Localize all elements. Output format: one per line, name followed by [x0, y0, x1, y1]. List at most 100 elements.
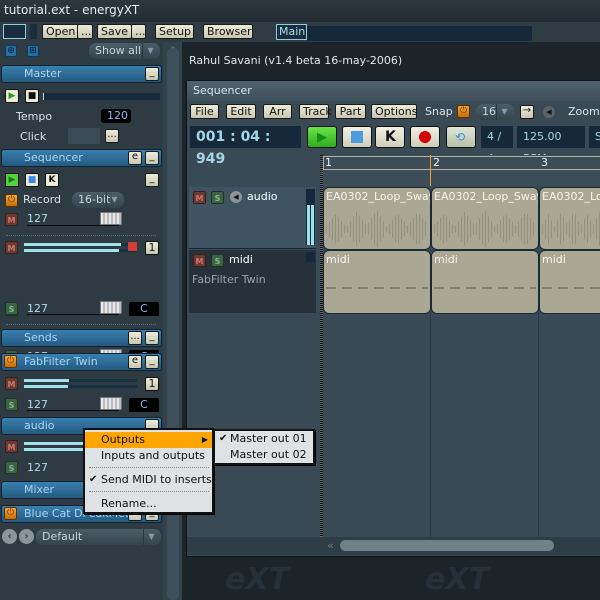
prev-preset-button[interactable]: ‹ [2, 529, 17, 544]
scrollbar-thumb[interactable] [167, 48, 179, 600]
scroll-up-icon[interactable]: ⌃ [167, 46, 179, 56]
main-toolbar: Open ... Save ... Setup Browser Main [0, 22, 600, 42]
seq-menu-edit[interactable]: Edit [226, 104, 256, 119]
menu-item-inputs-outputs[interactable]: Inputs and outputs [85, 448, 205, 464]
open-more-button[interactable]: ... [77, 24, 93, 39]
fabfilter-minimize-button[interactable]: _ [145, 355, 159, 369]
horizontal-scrollbar[interactable]: « [187, 537, 600, 555]
audio-track-mute[interactable]: M [193, 191, 206, 204]
sequencer-minimize-button[interactable]: _ [145, 151, 159, 165]
midi-clip[interactable]: midi [539, 250, 600, 314]
fabfilter-solo[interactable]: S [5, 398, 18, 411]
collapse-all-icon[interactable]: ⊕ [5, 45, 17, 57]
seq-menu-part[interactable]: Part [335, 104, 366, 119]
channel-1-mute-button[interactable]: M [5, 241, 18, 254]
channel-1-pan[interactable]: C [129, 302, 159, 316]
fabfilter-mute-button[interactable]: M [5, 377, 18, 390]
timeline-ruler[interactable]: 1 2 3 [322, 155, 600, 186]
channel-1-solo[interactable]: S [5, 302, 18, 315]
click-more-button[interactable]: ... [105, 129, 119, 143]
menu-item-send-midi[interactable]: ✔ Send MIDI to inserts [85, 472, 212, 488]
left-panel-scrollbar[interactable]: ⌃ [163, 42, 182, 600]
fader-handle[interactable] [100, 301, 122, 314]
midi-track-solo[interactable]: S [211, 254, 224, 267]
horizontal-scrollbar-thumb[interactable] [340, 540, 554, 551]
seq-menu-file[interactable]: File [190, 104, 219, 119]
audio-clip[interactable]: EA0302_Loop_Sway [431, 187, 539, 250]
audio-clip[interactable]: EA0302_Loop_Sway [539, 187, 600, 250]
submenu-item-label: Master out 01 [230, 432, 307, 445]
channel-1-number[interactable]: 1 [145, 241, 159, 255]
seq-menu-track[interactable]: Track [299, 104, 332, 119]
submenu-item-master-out-02[interactable]: Master out 02 [215, 447, 307, 463]
seq-minimize-button-2[interactable]: _ [145, 173, 159, 187]
sends-more-button[interactable]: ... [128, 331, 142, 345]
seq-rewind-button[interactable]: K [45, 173, 59, 187]
snap-arrow-button[interactable]: → [520, 105, 534, 119]
midi-track-mute[interactable]: M [193, 254, 206, 267]
play-button[interactable]: ▶ [307, 126, 337, 148]
waveform [326, 210, 428, 248]
save-button[interactable]: Save [97, 24, 133, 39]
loop-button[interactable]: ⟲ [446, 126, 476, 148]
master-stop-button[interactable]: ■ [25, 89, 39, 103]
scroll-left-icon[interactable]: « [327, 540, 339, 552]
toolbar-slot[interactable] [3, 24, 26, 39]
snap-dropdown[interactable]: 16 ▼ [476, 104, 514, 120]
master-position-bar[interactable] [43, 93, 160, 100]
show-filter-dropdown[interactable]: Show all ▼ [89, 43, 160, 59]
position-display: 001 : 04 : 949 [190, 126, 301, 167]
master-play-button[interactable]: ▶ [5, 89, 19, 103]
master-minimize-button[interactable]: _ [145, 67, 159, 81]
record-format-dropdown[interactable]: 16-bit ▼ [72, 192, 124, 208]
record-button[interactable] [410, 126, 440, 148]
toolbar-slot-dark [30, 24, 37, 39]
track-header-audio[interactable]: M S ◀ audio [189, 187, 316, 249]
rewind-button[interactable]: K [375, 126, 405, 148]
save-more-button[interactable]: ... [131, 24, 146, 39]
track-header-midi[interactable]: M S midi FabFilter Twin [189, 250, 316, 313]
audio-track-solo[interactable]: S [211, 191, 224, 204]
audio-mute-button[interactable]: M [5, 440, 18, 453]
click-field[interactable] [68, 128, 100, 144]
menu-item-outputs[interactable]: Outputs ▶ [85, 432, 212, 448]
seq-menu-options[interactable]: Options [371, 104, 417, 119]
browser-button[interactable]: Browser [203, 24, 253, 39]
snap-power-icon[interactable]: ⏻ [457, 105, 470, 118]
speaker-icon[interactable]: ◀ [230, 191, 242, 203]
fader-handle[interactable] [100, 212, 122, 225]
preset-dropdown[interactable]: Default ▼ [36, 529, 161, 545]
master-section-header[interactable]: Master [1, 65, 162, 83]
sequencer-edit-button[interactable]: e [128, 151, 142, 165]
stop-button[interactable] [342, 126, 372, 148]
submenu-item-master-out-01[interactable]: ✔ Master out 01 [215, 431, 313, 447]
seq-play-button[interactable]: ▶ [5, 173, 19, 187]
sends-minimize-button[interactable]: _ [145, 331, 159, 345]
record-power-icon[interactable]: ⏻ [5, 194, 18, 207]
clip-name: EA0302_Loop_Sway [542, 190, 600, 203]
setup-button[interactable]: Setup [155, 24, 194, 39]
fabfilter-pan[interactable]: C [129, 398, 159, 412]
midi-clip[interactable]: midi [431, 250, 539, 314]
midi-clip[interactable]: midi [323, 250, 431, 314]
mode-display[interactable]: Single [589, 126, 600, 148]
open-button[interactable]: Open [42, 24, 80, 39]
tempo-field[interactable]: 120 [101, 109, 131, 123]
fabfilter-power-icon[interactable]: ⏻ [4, 355, 17, 368]
bpm-display[interactable]: 125.00 BPM [517, 126, 585, 165]
fabfilter-channel-number[interactable]: 1 [145, 377, 159, 391]
fabfilter-edit-button[interactable]: e [128, 355, 142, 369]
seq-stop-button[interactable]: ■ [25, 173, 39, 187]
zoom-knob-icon[interactable]: ◀ [543, 106, 555, 118]
audio-solo[interactable]: S [5, 461, 18, 474]
next-preset-button[interactable]: › [19, 529, 34, 544]
fader-handle[interactable] [100, 397, 122, 410]
bluecat-power-icon[interactable]: ⏻ [4, 507, 17, 520]
menu-item-rename[interactable]: Rename... [85, 496, 157, 512]
playhead[interactable] [430, 155, 431, 186]
expand-all-icon[interactable]: ⊞ [27, 45, 39, 57]
tab-main[interactable]: Main [276, 24, 307, 40]
seq-menu-arr[interactable]: Arr [263, 104, 292, 119]
mute-button[interactable]: M [5, 213, 18, 226]
audio-clip[interactable]: EA0302_Loop_Sway [323, 187, 431, 250]
